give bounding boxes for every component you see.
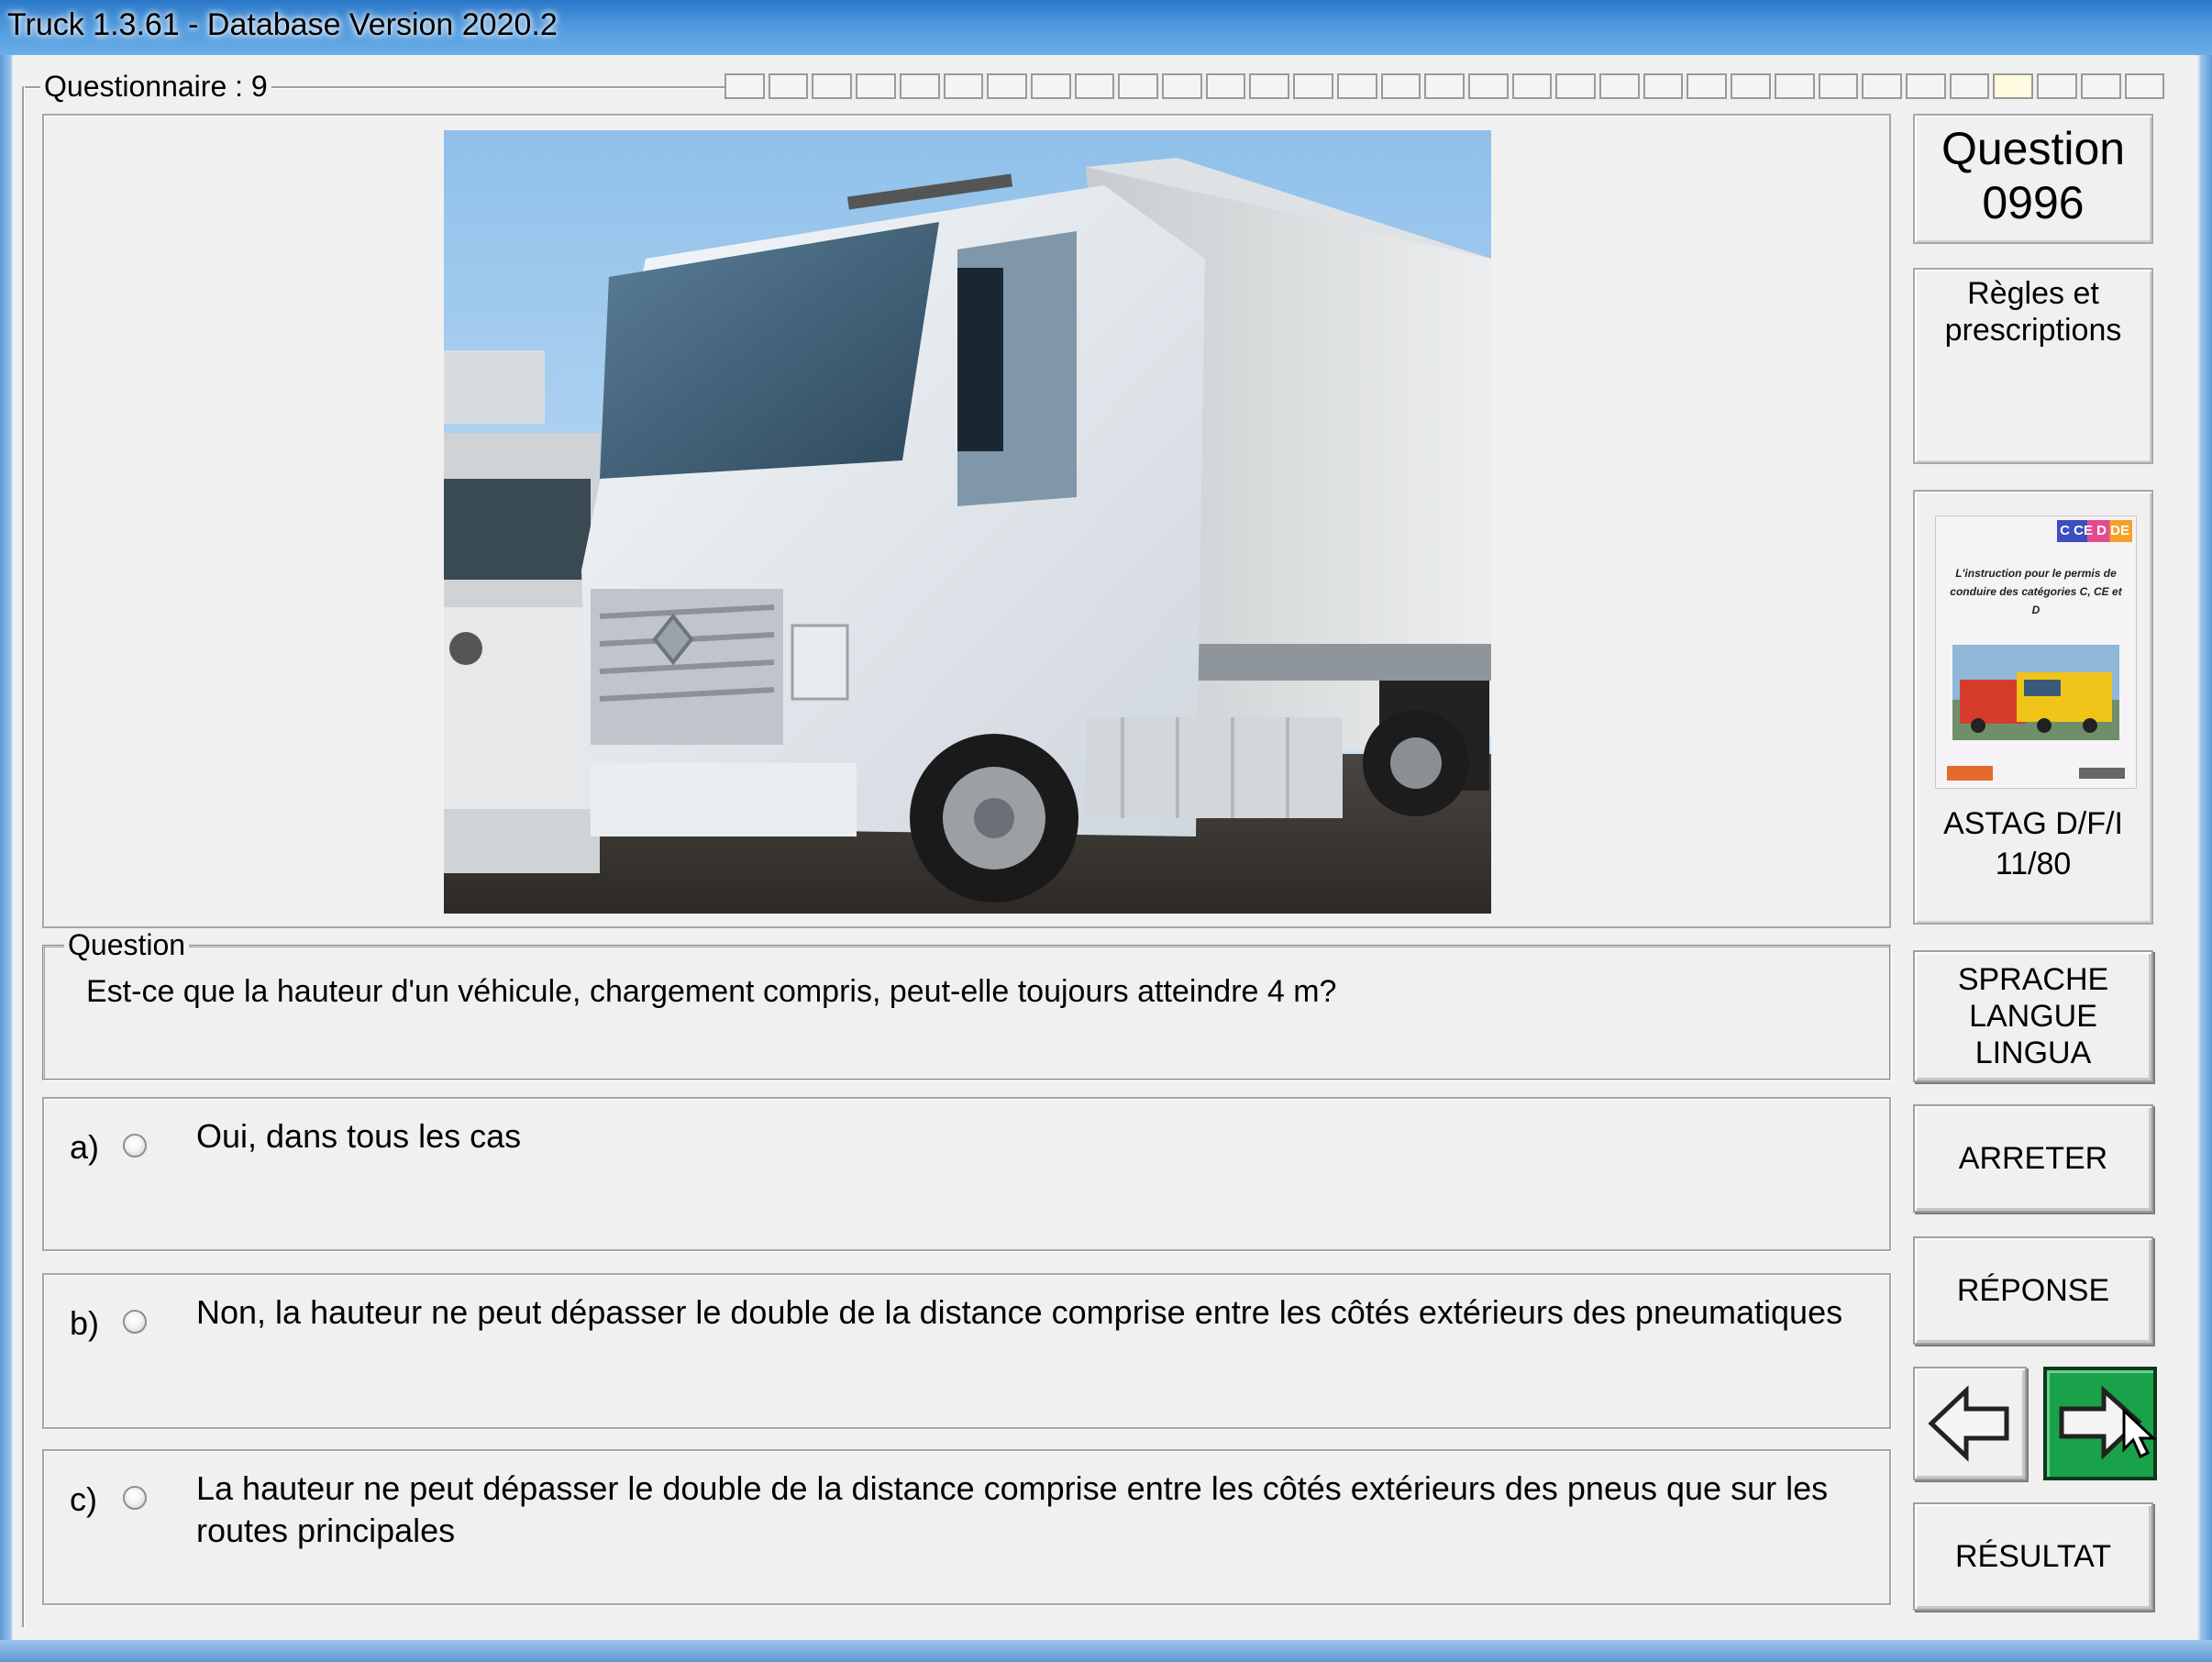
progress-segment <box>1905 73 1946 99</box>
language-button[interactable]: SPRACHE LANGUE LINGUA <box>1913 950 2153 1082</box>
questionnaire-legend: Questionnaire : 9 <box>40 70 271 103</box>
question-legend: Question <box>64 928 190 961</box>
progress-segment <box>1074 73 1115 99</box>
question-group: Question Est-ce que la hauteur d'un véhi… <box>42 928 1891 1080</box>
book-count: 11/80 <box>1995 847 2072 881</box>
answer-b-radio[interactable] <box>123 1310 147 1334</box>
question-number-value: 0996 <box>1982 177 2085 228</box>
progress-segment <box>1249 73 1290 99</box>
previous-button[interactable] <box>1913 1367 2027 1480</box>
answer-c[interactable]: c) La hauteur ne peut dépasser le double… <box>42 1449 1891 1605</box>
answer-b[interactable]: b) Non, la hauteur ne peut dépasser le d… <box>42 1273 1891 1429</box>
book-cover: C CE D DE L'instruction pour le permis d… <box>1935 515 2137 789</box>
book-reference-box[interactable]: C CE D DE L'instruction pour le permis d… <box>1913 490 2153 925</box>
question-text: Est-ce que la hauteur d'un véhicule, cha… <box>86 974 1337 1009</box>
window-bottom-border <box>0 1640 2212 1662</box>
progress-segment <box>1642 73 1684 99</box>
truck-photo-illustration <box>444 130 1491 914</box>
progress-segment <box>724 73 765 99</box>
progress-segment <box>1030 73 1071 99</box>
answer-a[interactable]: a) Oui, dans tous les cas <box>42 1097 1891 1251</box>
answer-c-radio[interactable] <box>123 1486 147 1510</box>
progress-bar <box>724 73 2165 101</box>
progress-segment <box>2080 73 2121 99</box>
arrow-left-icon <box>1928 1385 2009 1462</box>
progress-segment <box>1949 73 1990 99</box>
title-bar: Truck 1.3.61 - Database Version 2020.2 <box>0 0 2212 55</box>
progress-segment <box>1774 73 1815 99</box>
progress-segment <box>1599 73 1640 99</box>
progress-segment <box>1118 73 1159 99</box>
mouse-cursor-icon <box>2122 1409 2157 1459</box>
progress-segment <box>1731 73 1771 99</box>
questionnaire-frame-left <box>22 86 24 1627</box>
progress-segment <box>899 73 940 99</box>
answer-c-letter: c) <box>70 1480 97 1518</box>
astag-logo <box>1947 766 1993 781</box>
rules-box[interactable]: Règles et prescriptions <box>1913 268 2153 464</box>
truck-photo <box>444 130 1491 914</box>
answer-a-text: Oui, dans tous les cas <box>196 1117 522 1155</box>
answer-a-letter: a) <box>70 1128 100 1166</box>
answer-b-text: Non, la hauteur ne peut dépasser le doub… <box>196 1293 1843 1331</box>
progress-segment <box>1555 73 1597 99</box>
next-button[interactable] <box>2043 1367 2157 1480</box>
stop-button[interactable]: ARRETER <box>1913 1104 2153 1213</box>
progress-segment <box>2037 73 2077 99</box>
progress-segment <box>943 73 984 99</box>
answer-a-radio[interactable] <box>123 1134 147 1158</box>
progress-segment <box>1336 73 1377 99</box>
vogel-logo <box>2079 768 2125 779</box>
result-button[interactable]: RÉSULTAT <box>1913 1502 2153 1611</box>
progress-segment <box>1687 73 1728 99</box>
question-number-box: Question 0996 <box>1913 114 2153 244</box>
progress-segment <box>768 73 809 99</box>
progress-segment <box>1424 73 1465 99</box>
progress-segment <box>1205 73 1246 99</box>
book-label: ASTAG D/F/I 11/80 <box>1915 803 2151 884</box>
progress-segment <box>1993 73 2034 99</box>
question-number-label: Question <box>1941 123 2126 174</box>
progress-segment <box>1293 73 1333 99</box>
book-badges: C CE D DE <box>2057 520 2132 542</box>
window-title: Truck 1.3.61 - Database Version 2020.2 <box>7 7 558 42</box>
progress-segment <box>812 73 853 99</box>
rules-label: Règles et prescriptions <box>1944 276 2122 348</box>
progress-segment <box>1862 73 1902 99</box>
progress-segment <box>1511 73 1553 99</box>
answer-b-letter: b) <box>70 1304 100 1342</box>
progress-segment <box>1380 73 1421 99</box>
answer-c-text: La hauteur ne peut dépasser le double de… <box>196 1469 1829 1549</box>
progress-segment <box>1818 73 1859 99</box>
progress-segment <box>2124 73 2165 99</box>
progress-segment <box>1162 73 1202 99</box>
book-cover-vehicles-illustration <box>1952 645 2119 740</box>
progress-segment <box>987 73 1027 99</box>
book-cover-text: L'instruction pour le permis de conduire… <box>1950 567 2122 616</box>
book-title: ASTAG D/F/I <box>1943 806 2123 841</box>
progress-segment <box>1467 73 1509 99</box>
answer-button[interactable]: RÉPONSE <box>1913 1236 2153 1345</box>
progress-segment <box>856 73 896 99</box>
